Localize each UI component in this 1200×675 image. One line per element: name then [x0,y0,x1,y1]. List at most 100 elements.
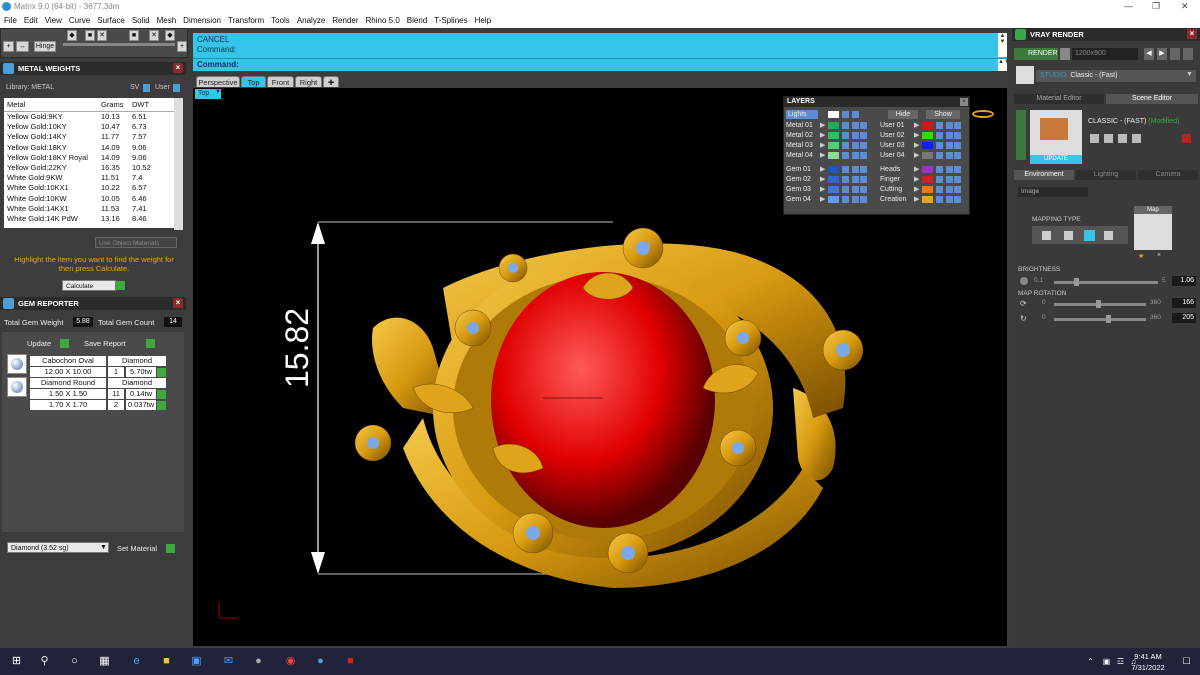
close-icon[interactable]: ✕ [1181,1,1189,12]
layer-lock-icon[interactable] [842,176,849,183]
tab-front[interactable]: Front [267,76,294,87]
col-grams[interactable]: Grams [101,98,124,112]
layer-lock-icon[interactable] [842,186,849,193]
layer-expand-icon[interactable]: ▶ [914,141,919,150]
tab-lighting[interactable]: Lighting [1076,170,1136,180]
layer-lock-icon[interactable] [936,122,943,129]
layer-name[interactable]: Finger [880,175,914,184]
edge-icon[interactable]: e [130,655,143,668]
user-toggle-icon[interactable] [173,84,180,92]
brightness-knob[interactable] [1074,278,1079,286]
col-dwt[interactable]: DWT [132,98,149,112]
tool-icon[interactable]: ■ [85,30,95,41]
layer-expand-icon[interactable]: ▶ [914,151,919,160]
menu-curve[interactable]: Curve [65,14,93,25]
menu-dimension[interactable]: Dimension [179,14,224,25]
layer-select-icon[interactable] [954,122,961,129]
map-preview[interactable]: Map [1134,206,1172,250]
layer-name[interactable]: Metal 03 [786,141,818,150]
close-tool-icon[interactable]: ✕ [149,30,159,41]
table-row[interactable]: White Gold:14K PdW 13.16 8.46 [4,214,174,224]
layer-expand-icon[interactable]: ▶ [914,165,919,174]
layer-visibility-icon[interactable] [946,122,953,129]
layer-name[interactable]: Heads [880,165,914,174]
layer-expand-icon[interactable]: ▶ [820,175,825,184]
layer-visibility-icon[interactable] [852,166,859,173]
mail-icon[interactable]: ✉ [222,655,235,668]
layer-select-icon[interactable] [860,152,867,159]
layer-select-icon[interactable] [860,196,867,203]
layer-color-swatch[interactable] [922,152,933,159]
layer-name[interactable]: Cutting [880,185,914,194]
menu-analyze[interactable]: Analyze [293,14,328,25]
brightness-slider[interactable] [1054,278,1158,286]
table-row[interactable]: Yellow Gold:10KY 10.47 6.73 [4,122,174,132]
tab-environment[interactable]: Environment [1014,170,1074,180]
tab-top[interactable]: Top [241,76,266,87]
layer-name[interactable]: User 04 [880,151,914,160]
layer-visibility-icon[interactable] [946,152,953,159]
layer-visibility-icon[interactable] [852,152,859,159]
menu-render[interactable]: Render [328,14,361,25]
command-prompt-scroll[interactable]: ▲▼ [998,59,1010,71]
hide-button[interactable]: Hide [888,110,918,119]
layer-expand-icon[interactable]: ▶ [820,195,825,204]
tab-perspective[interactable]: Perspective [196,76,240,87]
layer-expand-icon[interactable]: ▶ [914,185,919,194]
app-icon[interactable]: ● [314,655,327,668]
layer-name[interactable]: User 02 [880,131,914,140]
layer-color-swatch[interactable] [922,132,933,139]
layer-lock-icon[interactable] [936,196,943,203]
layer-expand-icon[interactable]: ▶ [914,195,919,204]
table-row[interactable]: Yellow Gold:18KY Royal 14.09 9.06 [4,153,174,163]
add-icon[interactable]: + [3,41,14,52]
tab-camera[interactable]: Camera [1138,170,1198,180]
scene-delete-icon[interactable] [1182,134,1191,143]
move-icon[interactable]: ↔ [16,41,29,52]
notification-icon[interactable]: ☐ [1180,655,1193,668]
table-row[interactable]: Yellow Gold:9KY 10.13 6.51 [4,112,174,122]
scene-expand-icon[interactable] [1016,110,1026,160]
table-row[interactable]: White Gold:9KW 11.51 7.4 [4,173,174,183]
mapping-sphere-icon[interactable] [1104,231,1113,240]
maximize-icon[interactable]: ❐ [1152,1,1160,12]
layer-visibility-icon[interactable] [852,176,859,183]
layer-lights[interactable]: Lights [786,110,818,119]
set-material-button[interactable]: Set Material [117,544,157,553]
layer-name[interactable]: User 03 [880,141,914,150]
layer-lock-icon[interactable] [842,142,849,149]
rotation-2-knob[interactable] [1106,315,1111,323]
layer-select-icon[interactable] [860,166,867,173]
layer-lock-icon[interactable] [936,142,943,149]
visibility-icon[interactable] [852,111,859,118]
show-button[interactable]: Show [926,110,960,119]
next-icon[interactable]: ▶ [1157,48,1167,60]
tool-icon[interactable]: ■ [129,30,139,41]
rotation-1-knob[interactable] [1096,300,1101,308]
calculate-button[interactable]: Calculate [62,280,116,291]
layer-visibility-icon[interactable] [852,196,859,203]
layer-expand-icon[interactable]: ▶ [820,131,825,140]
menu-help[interactable]: Help [471,14,494,25]
layer-name[interactable]: Metal 04 [786,151,818,160]
gem-thumbnail[interactable] [7,354,27,374]
lock-icon[interactable] [842,111,849,118]
layer-name[interactable]: Gem 04 [786,195,818,204]
layer-color-swatch[interactable] [828,122,839,129]
layer-name[interactable]: Creation [880,195,914,204]
map-star-icon[interactable]: ★ [1138,252,1144,260]
clock-date[interactable]: 7/31/2022 [1128,663,1168,672]
gear-icon[interactable] [1183,48,1193,60]
table-row[interactable]: Yellow Gold:22KY 16.35 10.52 [4,163,174,173]
layer-visibility-icon[interactable] [946,186,953,193]
rotation-2-value[interactable]: 205 [1172,313,1196,323]
layer-visibility-icon[interactable] [946,166,953,173]
calculate-go-icon[interactable] [116,281,125,290]
close-panel-icon[interactable]: × [1187,29,1197,39]
layer-color-swatch[interactable] [828,166,839,173]
chevron-up-icon[interactable]: ⌃ [1084,655,1097,668]
gem-thumbnail[interactable] [7,377,27,397]
resolution-field[interactable]: 1200x900 [1072,48,1138,60]
layer-color-swatch[interactable] [828,186,839,193]
material-select[interactable]: Diamond (3.52 sg) [7,542,109,553]
